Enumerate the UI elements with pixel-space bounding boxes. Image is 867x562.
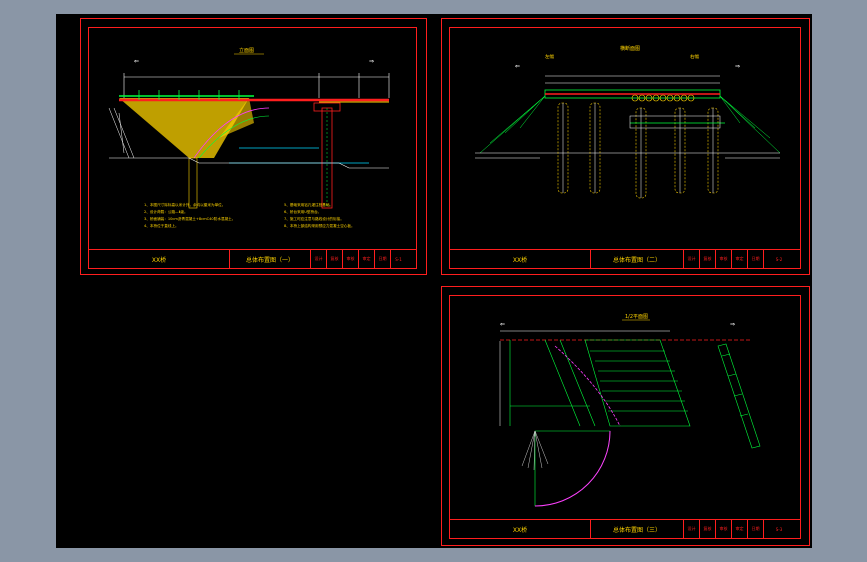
sheet-name: 总体布置图（二） (591, 250, 684, 268)
project-name: XX桥 (450, 520, 591, 538)
svg-text:1、本图尺寸除标高以米计外，余均以厘米为单位。: 1、本图尺寸除标高以米计外，余均以厘米为单位。 (144, 202, 225, 207)
direction-arrow-right-icon: ⇒ (369, 58, 374, 65)
cross-section-drawing: 横断面图 左幅 右幅 ⇐ ⇒ (475, 45, 781, 199)
sheet-cross-section[interactable]: 横断面图 左幅 右幅 ⇐ ⇒ XX桥 总体布置图（二） 设计 复核 审核 审定 … (441, 18, 810, 275)
titlebar: XX桥 总体布置图（二） 设计 复核 审核 审定 日期 S-2 (450, 249, 800, 268)
direction-arrow-left-icon: ⇐ (500, 321, 505, 328)
direction-arrow-left-icon: ⇐ (134, 58, 139, 65)
sheet-frame: 横断面图 左幅 右幅 ⇐ ⇒ XX桥 总体布置图（二） 设计 复核 审核 审定 … (449, 27, 801, 269)
elevation-title: 立面图 (239, 47, 254, 54)
direction-arrow-right-icon: ⇒ (730, 321, 735, 328)
svg-text:2、设计荷载：公路—Ⅱ级。: 2、设计荷载：公路—Ⅱ级。 (144, 209, 188, 214)
svg-text:6、桥台采用U型桥台。: 6、桥台采用U型桥台。 (284, 209, 321, 214)
sheet-name: 总体布置图（三） (591, 520, 684, 538)
svg-text:左幅: 左幅 (545, 53, 554, 60)
cross-section-title: 横断面图 (620, 45, 640, 52)
sheet-elevation[interactable]: 立面图 ⇐ ⇒ 1、本图尺寸除标高以米计外，余均以厘米为单位。 2、设计荷载：公… (80, 18, 427, 275)
elevation-drawing: 立面图 ⇐ ⇒ 1、本图尺寸除标高以米计外，余均以厘米为单位。 2、设计荷载：公… (108, 47, 390, 228)
project-name: XX桥 (450, 250, 591, 268)
svg-text:3、桥面铺装：10cm沥青混凝土+8cmC40防水混凝土。: 3、桥面铺装：10cm沥青混凝土+8cmC40防水混凝土。 (144, 216, 235, 221)
svg-text:8、本桥上部结构采用预应力混凝土空心板。: 8、本桥上部结构采用预应力混凝土空心板。 (284, 223, 355, 228)
svg-text:4、本桥位于直线上。: 4、本桥位于直线上。 (144, 223, 179, 228)
cad-drawing-viewport[interactable]: 立面图 ⇐ ⇒ 1、本图尺寸除标高以米计外，余均以厘米为单位。 2、设计荷载：公… (56, 14, 812, 548)
elevation-notes: 1、本图尺寸除标高以米计外，余均以厘米为单位。 2、设计荷载：公路—Ⅱ级。 3、… (144, 202, 355, 228)
svg-text:右幅: 右幅 (690, 53, 699, 60)
sheet-frame: 立面图 ⇐ ⇒ 1、本图尺寸除标高以米计外，余均以厘米为单位。 2、设计荷载：公… (88, 27, 417, 269)
svg-text:5、基础采用钻孔灌注桩基础。: 5、基础采用钻孔灌注桩基础。 (284, 202, 333, 207)
sheet-frame: 1/2平面图 ⇐ ⇒ XX桥 总体布置图（三） 设计 复核 审核 审定 日期 S… (449, 295, 801, 539)
sheet-name: 总体布置图（一） (230, 250, 311, 268)
plan-drawing: 1/2平面图 ⇐ ⇒ (499, 314, 761, 507)
plan-title: 1/2平面图 (625, 314, 648, 320)
titlebar: XX桥 总体布置图（一） 设计 复核 审核 审定 日期 S-1 (89, 249, 416, 268)
titlebar: XX桥 总体布置图（三） 设计 复核 审核 审定 日期 S-3 (450, 519, 800, 538)
svg-text:7、施工时应注意与路线设计的衔接。: 7、施工时应注意与路线设计的衔接。 (284, 216, 344, 221)
project-name: XX桥 (89, 250, 230, 268)
sheet-plan[interactable]: 1/2平面图 ⇐ ⇒ XX桥 总体布置图（三） 设计 复核 审核 审定 日期 S… (441, 286, 810, 546)
direction-arrow-left-icon: ⇐ (515, 63, 520, 70)
direction-arrow-right-icon: ⇒ (735, 63, 740, 70)
